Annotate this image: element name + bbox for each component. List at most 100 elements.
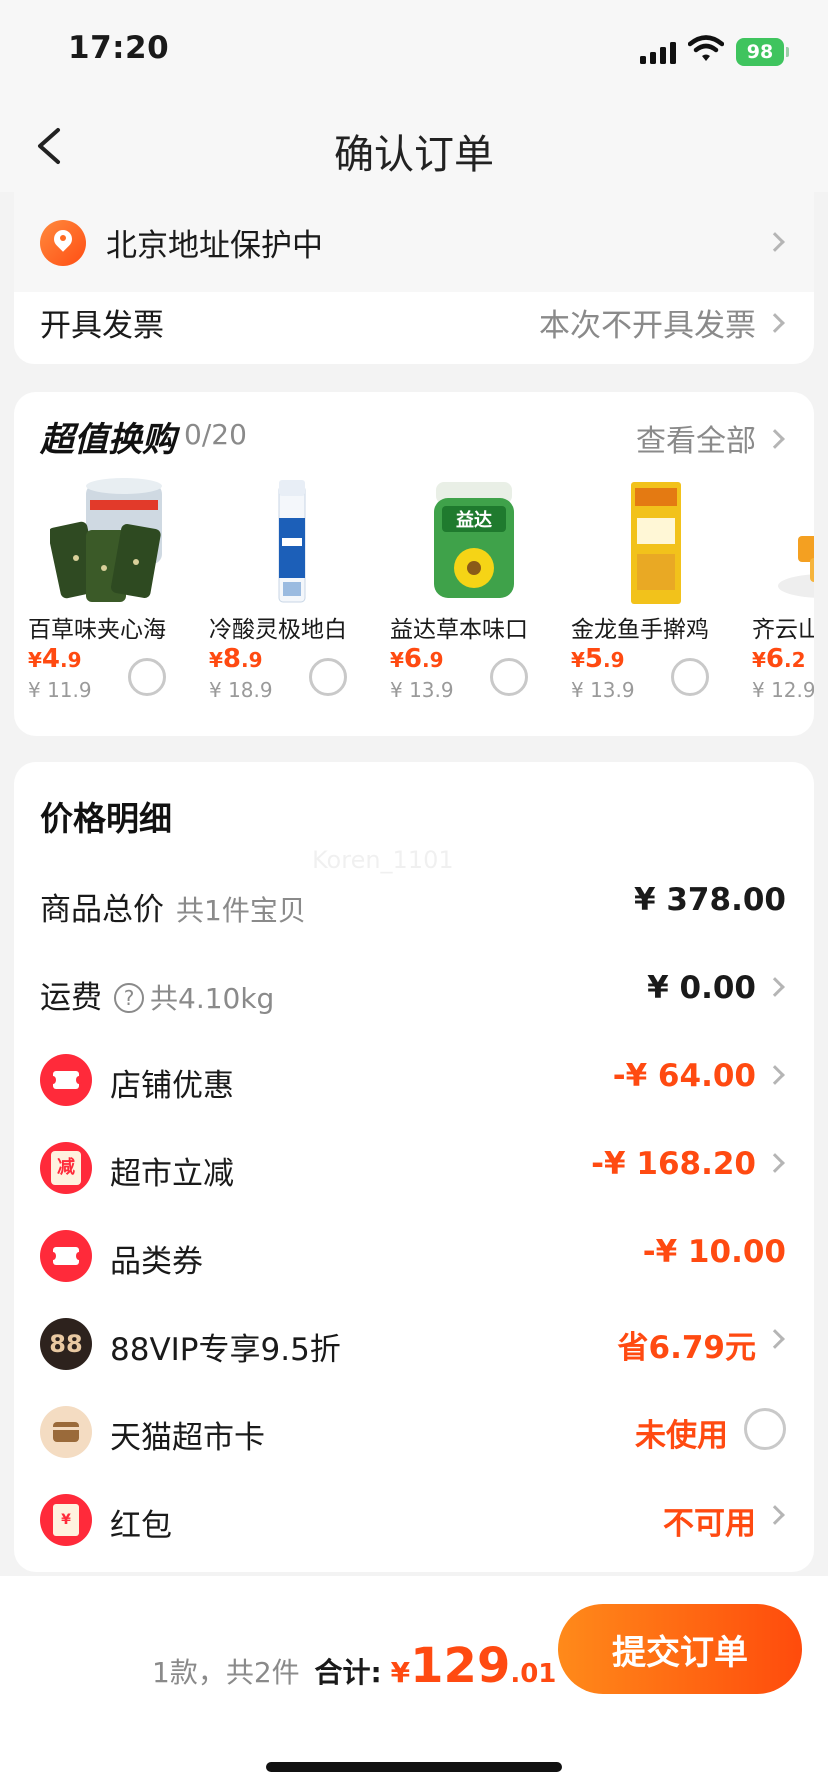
checkout-bar: 1款，共2件 合计: ¥129.01 提交订单 [0,1576,828,1792]
price-decimal: .9 [60,648,82,672]
bargain-title: 超值换购 [40,420,176,460]
chevron-right-icon [765,313,785,333]
vip-row[interactable]: 88 88VIP专享9.5折 省6.79元 [14,1298,814,1386]
watermark: Koren_1101 [312,846,454,874]
home-indicator[interactable] [266,1762,562,1772]
product-card[interactable]: 益达 益达草本味口 ¥6.9 ¥ 13.9 [390,478,571,718]
coupon-ticket-icon [40,1230,92,1282]
category-coupon-label: 品类券 [110,1244,203,1280]
product-name: 金龙鱼手擀鸡 [571,617,709,643]
product-card[interactable]: 百草味夹心海 ¥4.9 ¥ 11.9 [28,478,209,718]
product-price: ¥5.9 [571,644,625,674]
select-radio[interactable] [309,658,347,696]
product-name: 冷酸灵极地白 [209,617,347,643]
price-integer: 6 [403,644,423,674]
category-coupon-value: -¥ 10.00 [642,1234,786,1270]
goods-total-label: 商品总价 共1件宝贝 [40,884,306,929]
market-card-label: 天猫超市卡 [110,1420,265,1456]
shipping-label: 运费? 共4.10kg [40,972,274,1017]
red-packet-icon-text: ¥ [53,1504,79,1536]
invoice-label: 开具发票 [40,308,164,344]
product-price: ¥8.9 [209,644,263,674]
select-radio[interactable] [490,658,528,696]
address-invoice-card: 北京地址保护中 开具发票 本次不开具发票 [14,192,814,364]
product-original-price: ¥ 13.9 [390,678,454,702]
bargain-section: 超值换购 0/20 查看全部 百草味夹心海 ¥4.9 ¥ 11.9 冷酸灵极地白… [14,392,814,736]
chevron-right-icon [765,1505,785,1525]
goods-total-value: ¥ 378.00 [634,882,786,918]
product-name: 百草味夹心海 [28,617,166,643]
goods-total-text: 商品总价 [40,892,164,928]
shipping-row[interactable]: 运费? 共4.10kg ¥ 0.00 [14,946,814,1034]
product-price: ¥4.9 [28,644,82,674]
product-carousel[interactable]: 百草味夹心海 ¥4.9 ¥ 11.9 冷酸灵极地白 ¥8.9 ¥ 18.9 益达… [28,478,814,718]
status-time: 17:20 [68,30,170,66]
red-packet-label: 红包 [110,1508,172,1544]
product-name: 齐云山 [752,617,814,643]
price-integer: 5 [584,644,604,674]
shop-discount-value: -¥ 64.00 [612,1058,756,1094]
gum-bottle-image: 益达 [434,482,514,598]
battery-level: 98 [746,41,774,63]
chevron-right-icon [765,1065,785,1085]
location-pin-icon [40,220,86,266]
market-cut-label: 超市立减 [110,1156,234,1192]
category-coupon-row: 品类券 -¥ 10.00 [14,1210,814,1298]
product-card[interactable]: 金龙鱼手擀鸡 ¥5.9 ¥ 13.9 [571,478,752,718]
red-packet-value: 不可用 [663,1506,756,1542]
help-icon[interactable]: ? [114,983,144,1013]
chevron-right-icon [765,977,785,997]
product-original-price: ¥ 11.9 [28,678,92,702]
shop-discount-row[interactable]: 店铺优惠 -¥ 64.00 [14,1034,814,1122]
total-currency: ¥ [390,1656,411,1689]
price-integer: 6 [765,644,785,674]
product-name: 益达草本味口 [390,617,528,643]
address-text: 北京地址保护中 [106,228,323,264]
shop-discount-label: 店铺优惠 [110,1068,234,1104]
price-decimal: .9 [422,648,444,672]
red-packet-row[interactable]: ¥ 红包 不可用 [14,1474,814,1562]
total-decimal: .01 [510,1659,557,1689]
product-card[interactable]: 齐云山 ¥6.2 ¥ 12.9 [752,478,814,718]
address-row[interactable]: 北京地址保护中 [14,192,814,292]
nav-bar: 确认订单 [0,100,828,192]
order-summary: 1款，共2件 合计: ¥129.01 [152,1638,556,1694]
vip-88-icon: 88 [40,1318,92,1370]
market-card-value: 未使用 [635,1418,728,1454]
cellular-signal-icon [640,40,676,64]
battery-icon: 98 [736,38,789,66]
price-decimal: .2 [784,648,806,672]
market-cut-row[interactable]: 减 超市立减 -¥ 168.20 [14,1122,814,1210]
market-card-row[interactable]: 天猫超市卡 未使用 [14,1386,814,1474]
svg-text:益达: 益达 [456,509,492,531]
market-card-radio[interactable] [744,1408,786,1450]
shipping-weight: 共4.10kg [150,982,275,1015]
chevron-right-icon [765,429,785,449]
invoice-value: 本次不开具发票 [539,308,756,344]
toothpaste-image [278,480,306,603]
submit-order-button[interactable]: 提交订单 [558,1604,802,1694]
select-radio[interactable] [128,658,166,696]
status-bar: 17:20 98 [0,0,828,100]
product-price: ¥6.2 [752,644,806,674]
product-original-price: ¥ 13.9 [571,678,635,702]
product-original-price: ¥ 18.9 [209,678,273,702]
price-details-card: 价格明细 商品总价 共1件宝贝 ¥ 378.00 运费? 共4.10kg ¥ 0.0… [14,762,814,1572]
product-card[interactable]: 冷酸灵极地白 ¥8.9 ¥ 18.9 [209,478,390,718]
seaweed-can-image [50,478,162,602]
goods-count: 共1件宝贝 [176,894,306,927]
price-decimal: .9 [603,648,625,672]
chevron-right-icon [765,1153,785,1173]
price-decimal: .9 [241,648,263,672]
wifi-icon [688,35,724,61]
chevron-right-icon [765,1329,785,1349]
price-details-title: 价格明细 [40,799,172,838]
page-title: 确认订单 [334,132,494,178]
product-original-price: ¥ 12.9 [752,678,814,702]
total-label: 合计: [314,1656,382,1689]
product-price: ¥6.9 [390,644,444,674]
select-radio[interactable] [671,658,709,696]
candy-image [778,536,814,598]
shipping-text: 运费 [40,980,102,1016]
vip-label: 88VIP专享9.5折 [110,1332,341,1368]
